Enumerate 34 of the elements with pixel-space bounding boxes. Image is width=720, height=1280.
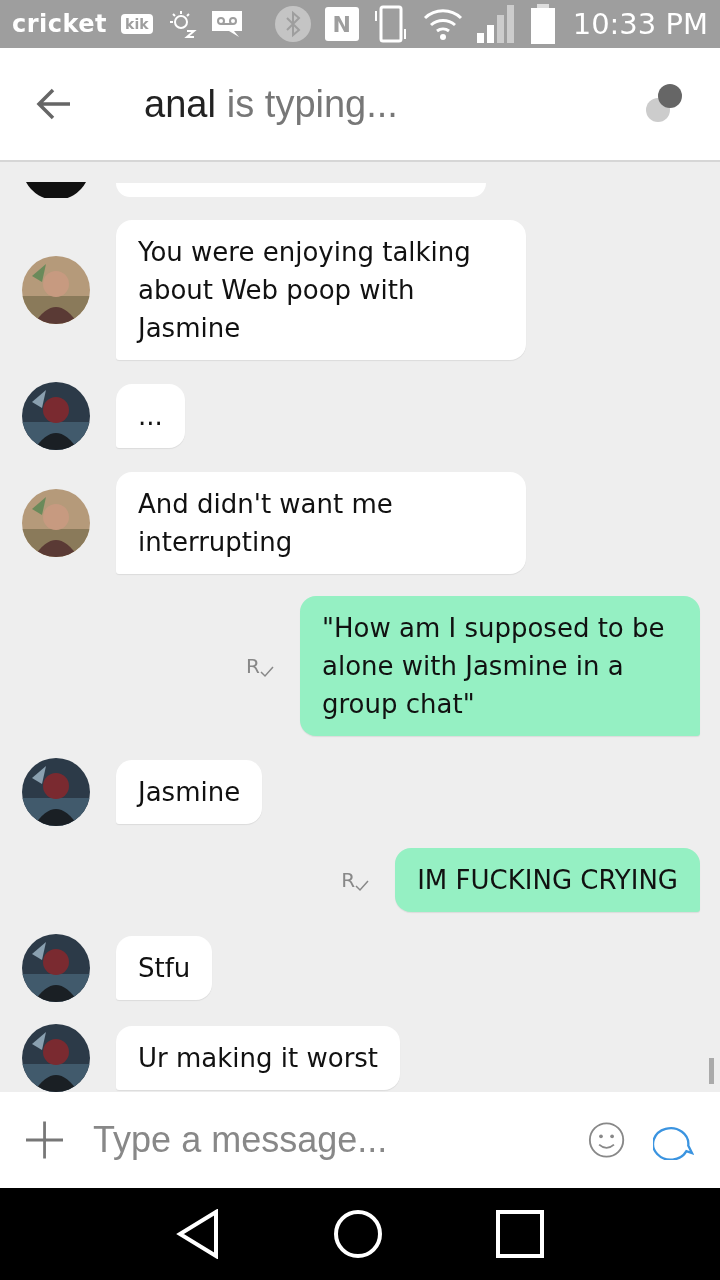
message-bubble: Ur making it worst (116, 1026, 401, 1090)
smiley-icon[interactable] (588, 1120, 626, 1160)
battery-icon (530, 4, 555, 44)
nfc-icon: N (324, 7, 359, 41)
bluetooth-icon (274, 6, 311, 42)
back-nav-icon[interactable] (176, 1209, 221, 1259)
recents-nav-icon[interactable] (495, 1210, 544, 1258)
signal-icon (476, 5, 517, 43)
carrier-name: cricket (12, 10, 108, 38)
check-icon (260, 666, 274, 678)
kik-notification: kik (121, 14, 153, 34)
message-bubble: You were enjoying talking about Web poop with Jasmine (116, 220, 526, 360)
message-input[interactable]: Type a message... (91, 1118, 561, 1162)
message-bubble: Stfu (116, 936, 213, 1000)
message-bubble: And didn't want me interrupting (116, 472, 526, 574)
read-receipt: R (246, 654, 260, 678)
message-bubble: IM FUCKING CRYING (395, 848, 700, 912)
contact-name: anal (144, 82, 216, 126)
message-bubble: "How am I supposed to be alone with Jasmine in a group chat" (300, 596, 700, 736)
message-bubble: Jasmine (116, 760, 263, 824)
message-bubble: ... (116, 384, 185, 448)
scrollbar (709, 1058, 714, 1084)
check-icon (355, 880, 370, 892)
back-arrow-icon[interactable] (36, 88, 72, 120)
vibrate-icon (372, 5, 409, 43)
menu-dots-icon[interactable] (644, 84, 684, 124)
plus-icon[interactable] (26, 1120, 64, 1160)
message-composer[interactable]: Type a message... (0, 1092, 720, 1188)
voicemail-icon (210, 10, 243, 38)
wifi-icon (422, 8, 463, 40)
home-nav-icon[interactable] (333, 1209, 383, 1259)
typing-status: is typing... (226, 82, 398, 126)
read-receipt: R (341, 868, 356, 892)
clock-time: 10:33 PM (572, 7, 708, 41)
